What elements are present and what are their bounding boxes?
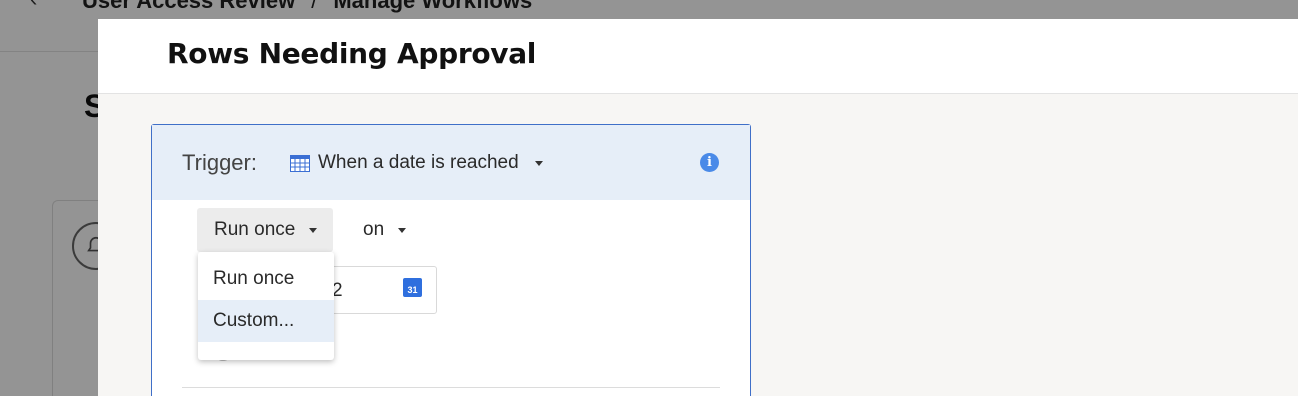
trigger-label: Trigger: bbox=[182, 150, 257, 175]
on-select-label: on bbox=[363, 219, 385, 240]
modal-header: Rows Needing Approval bbox=[98, 19, 1298, 94]
google-calendar-icon[interactable]: 31 bbox=[403, 278, 422, 297]
chevron-down-icon bbox=[534, 160, 543, 166]
frequency-select[interactable]: Run once bbox=[197, 208, 333, 252]
trigger-type-select[interactable]: When a date is reached bbox=[290, 152, 543, 174]
menu-item-custom[interactable]: Custom... bbox=[198, 300, 334, 342]
trigger-card-header: Trigger: When a date is reached i bbox=[152, 125, 750, 200]
chevron-down-icon bbox=[398, 227, 407, 233]
workflow-modal: Rows Needing Approval Trigger: When a da… bbox=[98, 19, 1298, 396]
frequency-select-value: Run once bbox=[214, 219, 296, 240]
modal-title: Rows Needing Approval bbox=[167, 37, 537, 70]
on-select[interactable]: on bbox=[363, 208, 407, 252]
menu-item-run-once[interactable]: Run once bbox=[198, 258, 334, 300]
calendar-grid-icon bbox=[290, 154, 310, 172]
info-icon[interactable]: i bbox=[700, 153, 719, 172]
trigger-card: Trigger: When a date is reached i Run on… bbox=[151, 124, 751, 396]
trigger-type-value: When a date is reached bbox=[318, 152, 519, 173]
date-input[interactable]: 2 31 bbox=[319, 266, 437, 314]
frequency-dropdown-menu: Run once Custom... bbox=[198, 252, 334, 360]
chevron-down-icon bbox=[309, 227, 318, 233]
divider bbox=[182, 387, 720, 388]
